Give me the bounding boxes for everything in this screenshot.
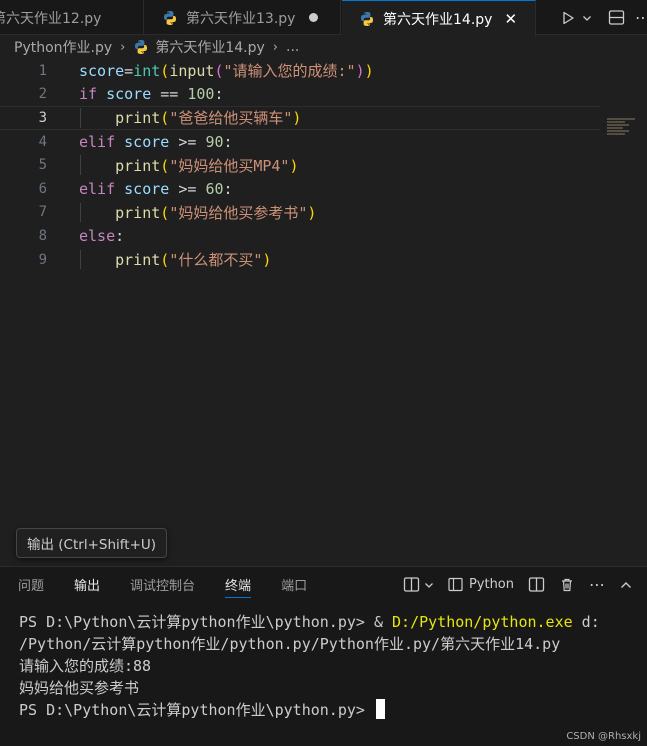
- indent-guide: [80, 155, 81, 175]
- tab-ports[interactable]: 端口: [281, 567, 307, 602]
- line-number: 1: [38, 62, 47, 79]
- close-icon[interactable]: ✕: [504, 10, 517, 28]
- code-editor[interactable]: 1 score=int(input("请输入您的成绩:")) 2 if score =…: [0, 58, 647, 520]
- terminal-output[interactable]: PS D:\Python\云计算python作业\python.py> & D:…: [19, 611, 600, 721]
- code-text: print("爸爸给他买辆车"): [115, 109, 302, 128]
- code-line[interactable]: 1 score=int(input("请输入您的成绩:")): [0, 59, 600, 83]
- code-text: print("妈妈给他买参考书"): [115, 203, 317, 222]
- tooltip: 输出 (Ctrl+Shift+U): [16, 528, 168, 558]
- terminal-profile-label: Python: [468, 577, 514, 592]
- line-number: 3: [38, 109, 47, 126]
- line-number: 6: [38, 180, 47, 197]
- terminal-box-icon: [448, 577, 463, 592]
- watermark: CSDN @Rhsxkj: [566, 731, 641, 742]
- split-icon[interactable]: [528, 576, 545, 593]
- code-line[interactable]: 9 print("什么都不买"): [0, 248, 600, 272]
- chevron-down-icon[interactable]: [424, 580, 434, 590]
- code-text: score=int(input("请输入您的成绩:")): [79, 62, 374, 81]
- indent-guide: [80, 108, 81, 128]
- editor-tab-bar: 第六天作业12.py 第六天作业13.py 第六天作业14.py ✕ ⋯: [0, 0, 647, 36]
- ellipsis-icon[interactable]: ⋯: [635, 8, 647, 27]
- tab-label: 第六天作业12.py: [0, 10, 102, 27]
- tab-output[interactable]: 输出: [74, 567, 100, 602]
- code-text: elif score >= 60:: [79, 179, 233, 198]
- chevron-up-icon[interactable]: [619, 578, 633, 592]
- code-line[interactable]: 4 elif score >= 90:: [0, 130, 600, 154]
- line-number: 5: [38, 157, 47, 174]
- tab-label: 第六天作业14.py: [383, 11, 493, 28]
- terminal-line: 妈妈给他买参考书: [19, 679, 140, 697]
- line-number: 4: [38, 133, 47, 150]
- tab-homework-13[interactable]: 第六天作业13.py: [145, 0, 341, 35]
- tab-problems[interactable]: 问题: [18, 567, 44, 602]
- panel-tabs: 问题 输出 调试控制台 终端 端口: [0, 567, 319, 602]
- minimap[interactable]: [607, 118, 639, 138]
- play-icon[interactable]: [560, 10, 576, 26]
- code-line[interactable]: 7 print("妈妈给他买参考书"): [0, 201, 600, 225]
- terminal-line: /Python/云计算python作业/python.py/Python作业.p…: [19, 635, 561, 653]
- python-file-icon: [162, 10, 178, 26]
- split-editor-icon[interactable]: [608, 9, 625, 26]
- tab-terminal[interactable]: 终端: [225, 567, 252, 602]
- tab-homework-12[interactable]: 第六天作业12.py: [0, 0, 144, 35]
- ellipsis-icon[interactable]: ⋯: [589, 575, 605, 594]
- unsaved-dot-icon[interactable]: [309, 13, 319, 22]
- python-file-icon: [133, 39, 149, 55]
- terminal-cursor: [375, 699, 385, 719]
- code-text: if score == 100:: [79, 85, 224, 104]
- terminal-line: PS D:\Python\云计算python作业\python.py>: [19, 699, 600, 721]
- code-text: else:: [79, 226, 125, 245]
- line-number: 2: [38, 86, 47, 103]
- line-number: 9: [38, 251, 47, 268]
- terminal-line: 请输入您的成绩:88: [19, 657, 152, 675]
- line-number: 8: [38, 227, 47, 244]
- code-text: print("什么都不买"): [115, 251, 272, 270]
- editor-actions: ⋯: [560, 0, 647, 35]
- split-terminal-icon[interactable]: [403, 576, 420, 593]
- indent-guide: [80, 202, 81, 223]
- terminal-profile[interactable]: Python: [448, 577, 514, 592]
- breadcrumb-file[interactable]: 第六天作业14.py: [155, 37, 264, 57]
- code-text: print("妈妈给他买MP4"): [115, 156, 299, 175]
- indent-guide: [80, 249, 81, 270]
- tab-label: 第六天作业13.py: [186, 10, 296, 27]
- line-number: 7: [38, 204, 47, 221]
- breadcrumb-more[interactable]: ...: [286, 39, 299, 55]
- code-line[interactable]: 3 print("爸爸给他买辆车"): [0, 106, 600, 130]
- bottom-panel: 问题 输出 调试控制台 终端 端口 Python ⋯ PS D:\Python\…: [0, 566, 647, 746]
- tab-debug-console[interactable]: 调试控制台: [130, 567, 195, 602]
- trash-icon[interactable]: [559, 577, 575, 593]
- tab-homework-14[interactable]: 第六天作业14.py ✕: [342, 0, 536, 36]
- chevron-down-icon[interactable]: [582, 13, 592, 23]
- breadcrumb-folder[interactable]: Python作业.py: [14, 37, 112, 57]
- code-line[interactable]: 5 print("妈妈给他买MP4"): [0, 153, 600, 177]
- chevron-right-icon: ›: [120, 39, 126, 55]
- code-line[interactable]: 6 elif score >= 60:: [0, 177, 600, 201]
- breadcrumb: Python作业.py › 第六天作业14.py › ...: [0, 36, 647, 58]
- chevron-right-icon: ›: [272, 39, 278, 55]
- python-file-icon: [359, 11, 375, 27]
- panel-actions: Python ⋯: [403, 567, 633, 602]
- code-line[interactable]: 8 else:: [0, 224, 600, 248]
- code-line[interactable]: 2 if score == 100:: [0, 83, 600, 107]
- code-text: elif score >= 90:: [79, 132, 233, 151]
- terminal-line: PS D:\Python\云计算python作业\python.py> & D:…: [19, 613, 600, 631]
- split-terminal-group[interactable]: [403, 576, 434, 593]
